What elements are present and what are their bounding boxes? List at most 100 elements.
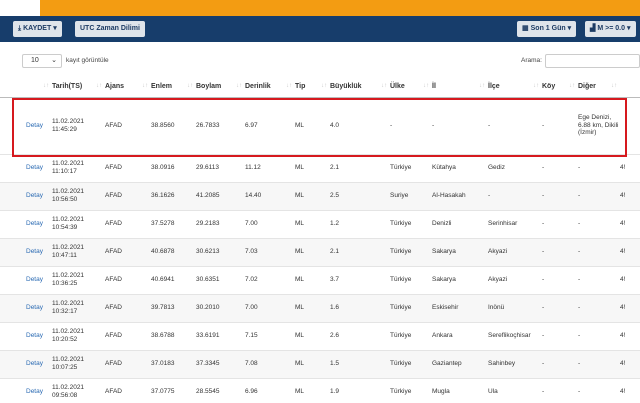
table-row: Detay 11.02.2021 10:36:25 AFAD 40.6941 30.635… [0,266,640,295]
cell-depth: 7.02 [245,266,295,295]
col-header-magnitude[interactable]: Büyüklük ↓↑ [330,77,390,98]
sort-icon: ↓↑ [236,83,242,89]
detail-link[interactable]: Detay [0,266,52,295]
cell-magnitude: 2.6 [330,322,390,351]
cell-extra: 4! [620,266,640,295]
col-header-latitude[interactable]: Enlem ↓↑ [151,77,196,98]
time-text: 10:07:25 [52,364,78,371]
detail-link[interactable]: Detay [0,154,52,183]
detail-link[interactable]: Detay [0,350,52,379]
detail-link[interactable]: Detay [0,97,52,155]
cell-country: Türkiye [390,322,432,351]
cell-country: Türkiye [390,294,432,323]
cell-longitude: 30.6213 [196,238,245,267]
cell-other: - [578,322,620,351]
cell-country: Türkiye [390,378,432,403]
col-header-country[interactable]: Ülke ↓↑ [390,77,432,98]
page-length-select[interactable]: 10 ⌄ [22,54,62,68]
cell-country: Türkiye [390,210,432,239]
detail-link[interactable]: Detay [0,238,52,267]
col-header-agency[interactable]: Ajans ↓↑ [105,77,151,98]
date-text: 11.02.2021 [52,117,85,125]
col-header-other[interactable]: Diğer ↓↑ [578,77,620,98]
cell-depth: 6.97 [245,97,295,155]
cell-type: ML [295,182,330,211]
cell-type: ML [295,322,330,351]
cell-date: 11.02.2021 11:10:17 [52,154,105,183]
cell-latitude: 37.5278 [151,210,196,239]
earthquake-table: ↓↑ Tarih(TS) ↓↑ Ajans ↓↑ Enlem ↓↑ Boylam ↓↑ … [0,77,640,403]
col-header-date[interactable]: Tarih(TS) ↓↑ [52,77,105,98]
cell-other: Ege Denizi, 6.88 km, Dikili (İzmir) [578,97,620,155]
cell-agency: AFAD [105,238,151,267]
cell-village: - [542,238,578,267]
cell-extra: 4! [620,294,640,323]
cell-province: Gaziantep [432,350,488,379]
cell-country: Türkiye [390,154,432,183]
cell-agency: AFAD [105,322,151,351]
table-row: Detay 11.02.2021 10:07:25 AFAD 37.0183 37.334… [0,350,640,379]
cell-date: 11.02.2021 10:54:39 [52,210,105,239]
cell-province: Kütahya [432,154,488,183]
detail-link[interactable]: Detay [0,210,52,239]
cell-province: Ankara [432,322,488,351]
cell-village: - [542,97,578,155]
cell-agency: AFAD [105,266,151,295]
col-header-type[interactable]: Tip ↓↑ [295,77,330,98]
detail-link[interactable]: Detay [0,378,52,403]
cell-latitude: 39.7813 [151,294,196,323]
col-header-village[interactable]: Köy ↓↑ [542,77,578,98]
col-header-actions: ↓↑ [0,77,52,98]
cell-magnitude: 2.1 [330,154,390,183]
detail-link[interactable]: Detay [0,322,52,351]
cell-province: Eskisehir [432,294,488,323]
table-row: Detay 11.02.2021 10:32:17 AFAD 39.7813 30.201… [0,294,640,323]
cell-type: ML [295,350,330,379]
cell-agency: AFAD [105,378,151,403]
detail-link[interactable]: Detay [0,182,52,211]
sort-icon: ↓↑ [611,83,617,89]
col-header-longitude[interactable]: Boylam ↓↑ [196,77,245,98]
col-header-province[interactable]: İl ↓↑ [432,77,488,98]
sort-icon: ↓↑ [479,83,485,89]
cell-magnitude: 1.6 [330,294,390,323]
col-header-depth[interactable]: Derinlik ↓↑ [245,77,295,98]
cell-village: - [542,266,578,295]
table-row: Detay 11.02.2021 10:54:39 AFAD 37.5278 29.218… [0,210,640,239]
bar-chart-icon: ▟ [590,25,596,32]
sort-icon: ↓↑ [142,83,148,89]
sort-icon: ↓↑ [96,83,102,89]
cell-latitude: 37.0183 [151,350,196,379]
cell-type: ML [295,97,330,155]
utc-timezone-button[interactable]: UTC Zaman Dilimi [75,21,145,37]
cell-extra [620,97,640,155]
cell-date: 11.02.2021 10:07:25 [52,350,105,379]
search-input[interactable] [545,54,640,68]
time-text: 10:56:50 [52,196,78,203]
cell-depth: 7.03 [245,238,295,267]
period-dropdown-button[interactable]: ▦ Son 1 Gün ▾ [517,21,577,37]
magnitude-dropdown-button[interactable]: ▟ M >= 0.0 ▾ [585,21,636,37]
top-white-tab [0,0,40,16]
cell-longitude: 33.6191 [196,322,245,351]
cell-type: ML [295,154,330,183]
cell-type: ML [295,210,330,239]
table-row: Detay 11.02.2021 10:47:11 AFAD 40.6878 30.621… [0,238,640,267]
sort-icon: ↓↑ [43,83,49,89]
cell-district: Gediz [488,154,542,183]
cell-longitude: 30.6351 [196,266,245,295]
cell-agency: AFAD [105,154,151,183]
calendar-icon: ▦ [522,25,529,32]
save-button[interactable]: ⤓ KAYDET ▾ [13,21,62,37]
col-header-district[interactable]: İlçe ↓↑ [488,77,542,98]
cell-district: Sahinbey [488,350,542,379]
cell-depth: 7.08 [245,350,295,379]
cell-extra: 4! [620,210,640,239]
table-body: Detay 11.02.2021 11:45:29 AFAD 38.8560 26.783… [0,97,640,403]
cell-province: Sakarya [432,238,488,267]
cell-latitude: 38.6788 [151,322,196,351]
cell-date: 11.02.2021 10:36:25 [52,266,105,295]
table-row: Detay 11.02.2021 09:56:08 AFAD 37.0775 28.554… [0,378,640,403]
caret-down-icon: ▾ [567,25,572,32]
detail-link[interactable]: Detay [0,294,52,323]
